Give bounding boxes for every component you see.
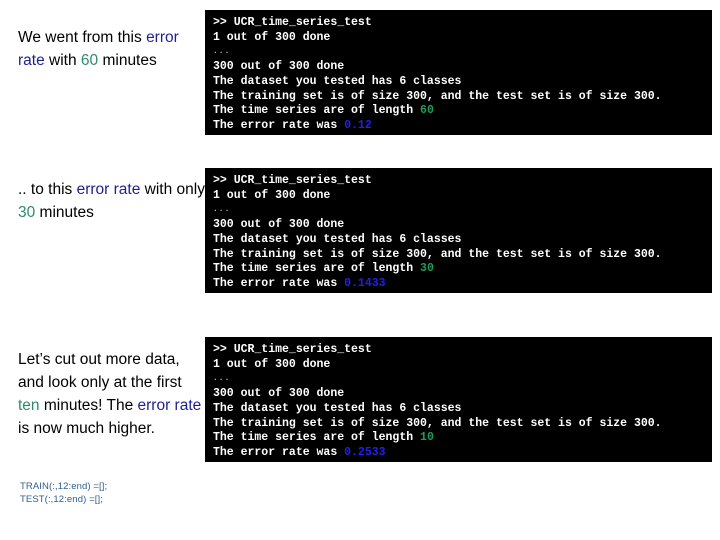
console-line: The training set is of size 300, and the… xyxy=(213,247,662,261)
code-note-line-train: TRAIN(:,12:end) =[]; xyxy=(20,481,108,492)
note-ten-minutes: Let’s cut out more data, and look only a… xyxy=(18,348,204,440)
note-text-segment: minutes! The xyxy=(39,397,138,414)
console-line-result: The time series are of length 30 xyxy=(213,262,712,277)
console-line: The training set is of size 300, and the… xyxy=(213,416,662,430)
console-line: 300 out of 300 done xyxy=(213,387,345,401)
console-line-result: The error rate was 0.12 xyxy=(213,119,712,134)
console-output-60: >> UCR_time_series_test 1 out of 300 done… xyxy=(205,10,712,135)
console-line: >> UCR_time_series_test xyxy=(213,343,372,356)
console-line-result: The error rate was 0.2533 xyxy=(213,446,712,461)
console-line: >> UCR_time_series_test xyxy=(213,16,372,29)
console-line: 300 out of 300 done xyxy=(213,218,345,232)
note-text-segment: minutes xyxy=(35,204,94,221)
console-line: 1 out of 300 done xyxy=(213,357,331,371)
console-line: >> UCR_time_series_test xyxy=(213,174,372,187)
highlight-error-rate: error rate xyxy=(137,397,202,414)
console-line-label: The time series are of length xyxy=(213,431,421,445)
highlight-duration: ten xyxy=(18,397,40,414)
console-line-label: The error rate was xyxy=(213,276,345,290)
console-line-label: The error rate was xyxy=(213,118,345,132)
console-line: The dataset you tested has 6 classes xyxy=(213,74,462,88)
console-line-result: The error rate was 0.1433 xyxy=(213,277,712,292)
note-text-segment: .. to this xyxy=(18,181,77,198)
console-line: The training set is of size 300, and the… xyxy=(213,89,662,103)
console-line-ellipsis: ... xyxy=(213,205,231,215)
console-line-result: The time series are of length 10 xyxy=(213,431,712,446)
slide-canvas: We went from this error rate with 60 min… xyxy=(0,0,720,540)
note-60-minutes: We went from this error rate with 60 min… xyxy=(18,26,198,72)
console-value-length: 30 xyxy=(420,262,434,276)
console-output-30: >> UCR_time_series_test 1 out of 300 done… xyxy=(205,168,712,293)
console-line: 1 out of 300 done xyxy=(213,30,331,44)
console-line-label: The error rate was xyxy=(213,445,345,459)
highlight-duration: 30 xyxy=(18,204,36,221)
highlight-error-rate: error rate xyxy=(76,181,141,198)
console-output-10: >> UCR_time_series_test 1 out of 300 done… xyxy=(205,337,712,462)
note-text-segment: We went from this xyxy=(18,29,147,46)
console-line-label: The time series are of length xyxy=(213,262,421,276)
console-value-error-rate: 0.1433 xyxy=(344,276,386,290)
note-text-segment: Let’s cut out more data, and look only a… xyxy=(18,351,182,391)
note-30-minutes: .. to this error rate with only 30 minut… xyxy=(18,178,214,224)
console-value-length: 10 xyxy=(420,431,434,445)
code-note: TRAIN(:,12:end) =[]; TEST(:,12:end) =[]; xyxy=(20,480,107,506)
console-value-error-rate: 0.2533 xyxy=(344,445,386,459)
console-line-label: The time series are of length xyxy=(213,104,421,118)
console-line: 1 out of 300 done xyxy=(213,188,331,202)
console-line: The dataset you tested has 6 classes xyxy=(213,401,462,415)
console-line-result: The time series are of length 60 xyxy=(213,104,712,119)
console-value-length: 60 xyxy=(420,104,434,118)
note-text-segment: minutes xyxy=(98,52,157,69)
note-text-segment: with only xyxy=(140,181,205,198)
console-line: The dataset you tested has 6 classes xyxy=(213,232,462,246)
note-text-segment: with xyxy=(44,52,81,69)
highlight-duration: 60 xyxy=(80,52,99,69)
note-text-segment: is now much higher. xyxy=(18,420,155,437)
console-line: 300 out of 300 done xyxy=(213,60,345,74)
console-value-error-rate: 0.12 xyxy=(344,118,372,132)
console-line-ellipsis: ... xyxy=(213,374,231,384)
console-line-ellipsis: ... xyxy=(213,47,231,57)
code-note-line-test: TEST(:,12:end) =[]; xyxy=(20,494,103,505)
